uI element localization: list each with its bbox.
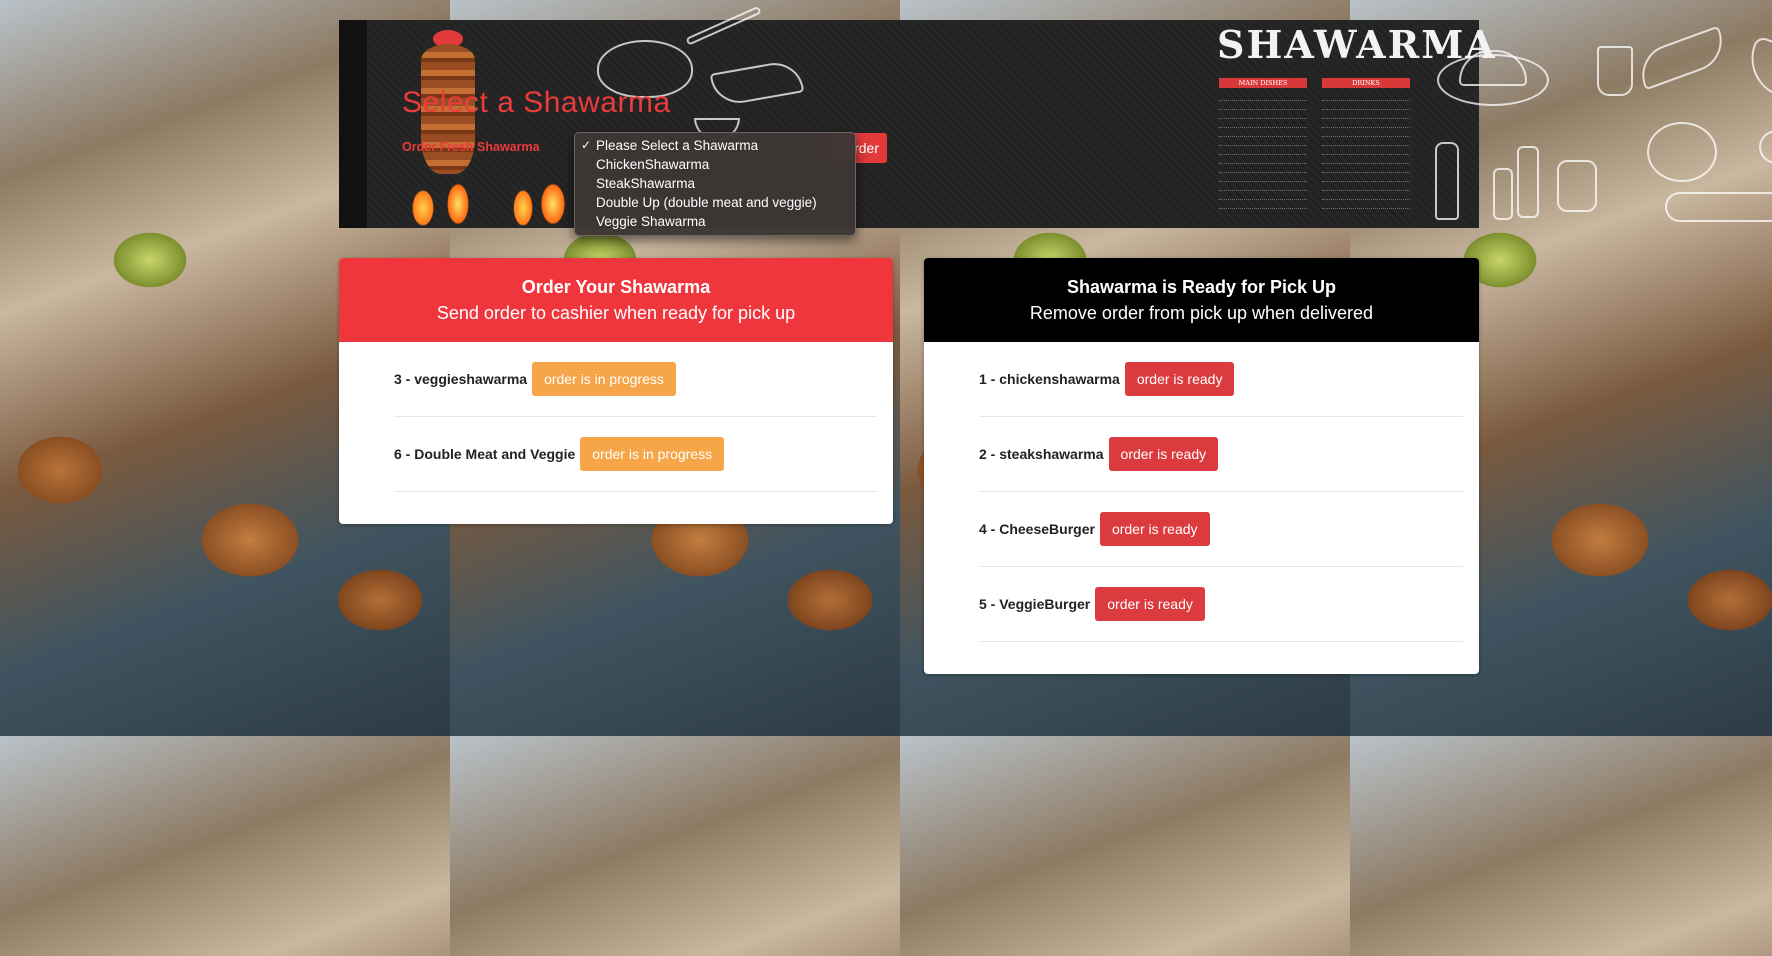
dropdown-option-label: Veggie Shawarma xyxy=(596,214,706,229)
ready-for-pickup-panel: Shawarma is Ready for Pick Up Remove ord… xyxy=(924,258,1479,674)
menu-column-drinks: DRINKS xyxy=(1322,78,1410,209)
order-row: 2 - steakshawarma order is ready xyxy=(979,417,1463,492)
menu-line xyxy=(1219,137,1307,146)
panel-subtitle: Send order to cashier when ready for pic… xyxy=(436,303,796,323)
order-label: 3 - veggieshawarma xyxy=(394,371,528,387)
pepper-shaker-drawing xyxy=(1517,146,1539,218)
order-status-button[interactable]: order is in progress xyxy=(580,437,725,471)
tomato-drawing xyxy=(1647,122,1717,182)
menu-line xyxy=(1322,137,1410,146)
order-status-button[interactable]: order is in progress xyxy=(532,362,676,396)
onion-drawing xyxy=(1759,130,1772,164)
menu-line xyxy=(1219,92,1307,101)
panel-title: Shawarma is Ready for Pick Up xyxy=(1066,277,1337,297)
menu-column-main: MAIN DISHES xyxy=(1219,78,1307,209)
menu-line xyxy=(1322,191,1410,200)
dropdown-option-label: Double Up (double meat and veggie) xyxy=(596,195,817,210)
menu-line xyxy=(1322,182,1410,191)
header-banner: SHAWARMA MAIN DISHES DRINKS Select a Sha… xyxy=(339,5,1772,236)
menu-line xyxy=(1322,173,1410,182)
bottle-drawing xyxy=(1435,142,1459,220)
menu-line xyxy=(1219,164,1307,173)
salt-shaker-drawing xyxy=(1493,168,1513,220)
order-label: 2 - steakshawarma xyxy=(979,446,1104,462)
dropdown-option-label: SteakShawarma xyxy=(596,176,696,191)
dropdown-option[interactable]: ChickenShawarma xyxy=(575,155,855,174)
menu-line xyxy=(1322,92,1410,101)
cup-drawing xyxy=(1597,46,1633,96)
dropdown-option[interactable]: ✓ Please Select a Shawarma xyxy=(575,136,855,155)
order-list: 1 - chickenshawarma order is ready 2 - s… xyxy=(924,342,1479,642)
sandwich-drawing xyxy=(1665,192,1772,222)
order-row: 4 - CheeseBurger order is ready xyxy=(979,492,1463,567)
menu-line xyxy=(1219,146,1307,155)
menu-line xyxy=(1322,200,1410,209)
menu-line xyxy=(1322,146,1410,155)
dropdown-option-label: Please Select a Shawarma xyxy=(596,138,759,153)
menu-line xyxy=(1322,101,1410,110)
menu-line xyxy=(1219,155,1307,164)
order-row: 6 - Double Meat and Veggie order is in p… xyxy=(394,417,877,492)
page-title: Select a Shawarma xyxy=(402,86,671,119)
jar-drawing xyxy=(1557,160,1597,212)
order-label: 6 - Double Meat and Veggie xyxy=(394,446,576,462)
menu-line xyxy=(1219,101,1307,110)
menu-line xyxy=(1322,164,1410,173)
menu-line xyxy=(1322,128,1410,137)
panel-subtitle: Remove order from pick up when delivered xyxy=(1029,303,1374,323)
menu-line xyxy=(1219,182,1307,191)
order-list: 3 - veggieshawarma order is in progress … xyxy=(339,342,893,492)
dropdown-option[interactable]: SteakShawarma xyxy=(575,174,855,193)
order-label: 4 - CheeseBurger xyxy=(979,521,1095,537)
order-status-button[interactable]: order is ready xyxy=(1124,362,1235,396)
panel-title: Order Your Shawarma xyxy=(521,277,711,297)
menu-line xyxy=(1219,128,1307,137)
dropdown-option[interactable]: Double Up (double meat and veggie) xyxy=(575,193,855,212)
herb-drawing xyxy=(1740,35,1772,103)
shawarma-select-dropdown[interactable]: ✓ Please Select a Shawarma ChickenShawar… xyxy=(574,132,856,236)
order-row: 5 - VeggieBurger order is ready xyxy=(979,567,1463,642)
order-label: 5 - VeggieBurger xyxy=(979,596,1091,612)
order-label: 1 - chickenshawarma xyxy=(979,371,1120,387)
dropdown-option-label: ChickenShawarma xyxy=(596,157,710,172)
menu-lines xyxy=(1322,92,1410,209)
order-row: 3 - veggieshawarma order is in progress xyxy=(394,342,877,417)
order-select-label: Order Fresh Shawarma xyxy=(402,140,540,154)
wrap-drawing-2 xyxy=(1633,25,1731,91)
menu-line xyxy=(1322,110,1410,119)
panel-header: Shawarma is Ready for Pick Up Remove ord… xyxy=(924,258,1479,342)
menu-lines xyxy=(1219,92,1307,209)
order-row: 1 - chickenshawarma order is ready xyxy=(979,342,1463,417)
dropdown-option[interactable]: Veggie Shawarma xyxy=(575,212,855,231)
order-status-button[interactable]: order is ready xyxy=(1095,587,1205,621)
menu-line xyxy=(1219,119,1307,128)
order-status-button[interactable]: order is ready xyxy=(1099,512,1210,546)
menu-line xyxy=(1322,119,1410,128)
menu-line xyxy=(1219,110,1307,119)
menu-line xyxy=(1219,191,1307,200)
checkmark-icon: ✓ xyxy=(581,138,592,152)
menu-column-heading: MAIN DISHES xyxy=(1219,78,1307,88)
order-status-button[interactable]: order is ready xyxy=(1108,437,1219,471)
order-in-progress-panel: Order Your Shawarma Send order to cashie… xyxy=(339,258,893,524)
menu-line xyxy=(1322,155,1410,164)
menu-column-heading: DRINKS xyxy=(1322,78,1410,88)
menu-line xyxy=(1219,200,1307,209)
panel-header: Order Your Shawarma Send order to cashie… xyxy=(339,258,893,342)
brand-title: SHAWARMA xyxy=(1217,22,1497,67)
menu-line xyxy=(1219,173,1307,182)
flames-image xyxy=(403,168,573,228)
